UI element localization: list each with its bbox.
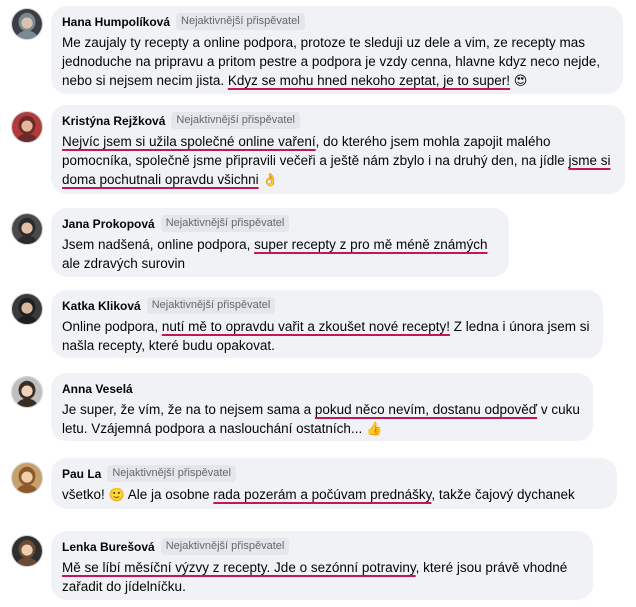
author-name[interactable]: Kristýna Rejžková [62,114,165,128]
avatar[interactable] [11,111,43,143]
text-segment: , takže čajový dychanek [431,487,575,502]
emoji-icon: 🙂 [108,488,125,503]
text-segment: všetko! [62,487,109,502]
text-segment: Jsem nadšená, online podpora, [62,237,255,252]
highlighted-phrase: Nejvíc jsem si užila společné online vař… [62,134,316,149]
comment-text: všetko! 🙂 Ale ja osobne rada pozerám a p… [62,485,606,505]
highlighted-phrase: pokud něco nevím, dostanu odpověď [314,402,538,417]
author-name[interactable]: Jana Prokopová [62,217,155,231]
top-contributor-badge: Nejaktivnější přispěvatel [107,465,236,482]
comment-text: Jsem nadšená, online podpora, super rece… [62,235,498,273]
author-name[interactable]: Katka Kliková [62,299,141,313]
user-photo-avatar-icon [12,112,42,142]
avatar[interactable] [11,293,43,325]
text-segment: Online podpora, [62,319,162,334]
user-photo-avatar-icon [12,463,42,493]
user-photo-avatar-icon [12,536,42,566]
comment-bubble: Kristýna Rejžková Nejaktivnější přispěvat… [51,105,625,194]
comment-text: Mě se líbí měsíční výzvy z recepty. Jde … [62,558,582,596]
comment-bubble: Lenka Burešová Nejaktivnější přispěvatel M… [51,531,593,600]
highlighted-phrase: Kdyz se mohu hned nekoho zeptat, je to s… [227,73,511,88]
comment-bubble: Hana Humpolíková Nejaktivnější přispěvate… [51,6,623,94]
comment-bubble: Jana Prokopová Nejaktivnější přispěvatel J… [51,208,509,277]
user-photo-avatar-icon [12,214,42,244]
comment-bubble: Katka Kliková Nejaktivnější přispěvatel On… [51,290,603,358]
top-contributor-badge: Nejaktivnější přispěvatel [146,297,276,314]
comment-header: Katka Kliková Nejaktivnější přispěvatel [62,297,592,314]
top-contributor-badge: Nejaktivnější přispěvatel [171,112,301,129]
avatar[interactable] [11,213,43,245]
comment-header: Lenka Burešová Nejaktivnější přispěvatel [62,538,582,555]
comment-text: Me zaujaly ty recepty a online podpora, … [62,33,612,91]
highlighted-phrase: super recepty z pro mě méně známých [254,237,488,252]
comment-header: Jana Prokopová Nejaktivnější přispěvatel [62,215,498,232]
emoji-icon: 👌 [262,173,279,188]
comment-bubble: Pau La Nejaktivnější přispěvatel všetko! 🙂… [51,458,617,509]
user-photo-avatar-icon [12,294,42,324]
text-segment: ale zdravých surovin [62,256,186,271]
avatar[interactable] [11,535,43,567]
author-name[interactable]: Hana Humpolíková [62,15,170,29]
user-photo-avatar-icon [12,9,42,39]
comment-header: Anna Veselá [62,380,582,397]
emoji-icon: 👍 [365,422,383,437]
comment-bubble: Anna Veselá Je super, že vím, že na to ne… [51,373,593,441]
author-name[interactable]: Pau La [62,467,101,481]
comment-text: Je super, že vím, že na to nejsem sama a… [62,400,582,439]
top-contributor-badge: Nejaktivnější přispěvatel [176,13,305,30]
comment-text: Online podpora, nutí mě to opravdu vařit… [62,317,592,355]
avatar[interactable] [11,462,43,494]
comment-header: Hana Humpolíková Nejaktivnější přispěvate… [62,13,612,30]
top-contributor-badge: Nejaktivnější přispěvatel [160,215,290,232]
highlighted-phrase: nutí mě to opravdu vařit a zkoušet nové … [161,319,450,334]
author-name[interactable]: Lenka Burešová [62,540,155,554]
emoji-icon: 😍 [513,74,528,89]
avatar[interactable] [11,8,43,40]
text-segment: Je super, že vím, že na to nejsem sama a [62,402,315,417]
highlighted-phrase: Mě se líbí měsíční výzvy z recepty. Jde … [62,560,416,575]
avatar[interactable] [11,376,43,408]
highlighted-phrase: rada pozerám a počúvam prednášky [213,487,432,502]
comment-text: Nejvíc jsem si užila společné online vař… [62,132,614,190]
comment-header: Kristýna Rejžková Nejaktivnější přispěvat… [62,112,614,129]
user-photo-avatar-icon [12,377,42,407]
comment-header: Pau La Nejaktivnější přispěvatel [62,465,606,482]
top-contributor-badge: Nejaktivnější přispěvatel [160,538,290,555]
author-name[interactable]: Anna Veselá [62,382,133,396]
text-segment: Ale ja osobne [124,487,214,502]
